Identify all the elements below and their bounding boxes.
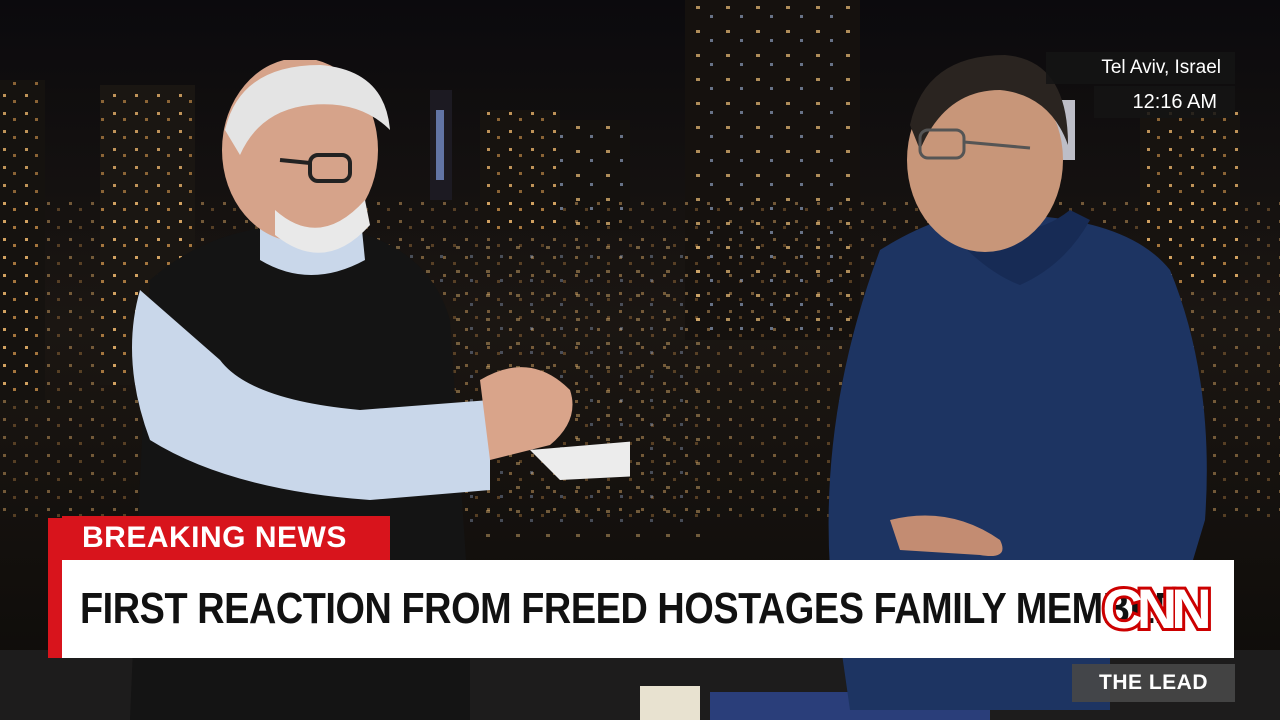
location-label: Tel Aviv, Israel [1046, 52, 1235, 84]
breaking-news-banner: BREAKING NEWS [62, 516, 390, 560]
video-frame: Tel Aviv, Israel 12:16 AM BREAKING NEWS … [0, 0, 1280, 720]
show-name-badge: THE LEAD [1072, 664, 1235, 702]
cnn-logo: CNN [1099, 578, 1216, 640]
lower-third-accent-strip [48, 518, 62, 658]
time-label: 12:16 AM [1094, 86, 1235, 118]
headline-text: FIRST REACTION FROM FREED HOSTAGES FAMIL… [80, 584, 1182, 633]
svg-text:CNN: CNN [1102, 578, 1208, 640]
